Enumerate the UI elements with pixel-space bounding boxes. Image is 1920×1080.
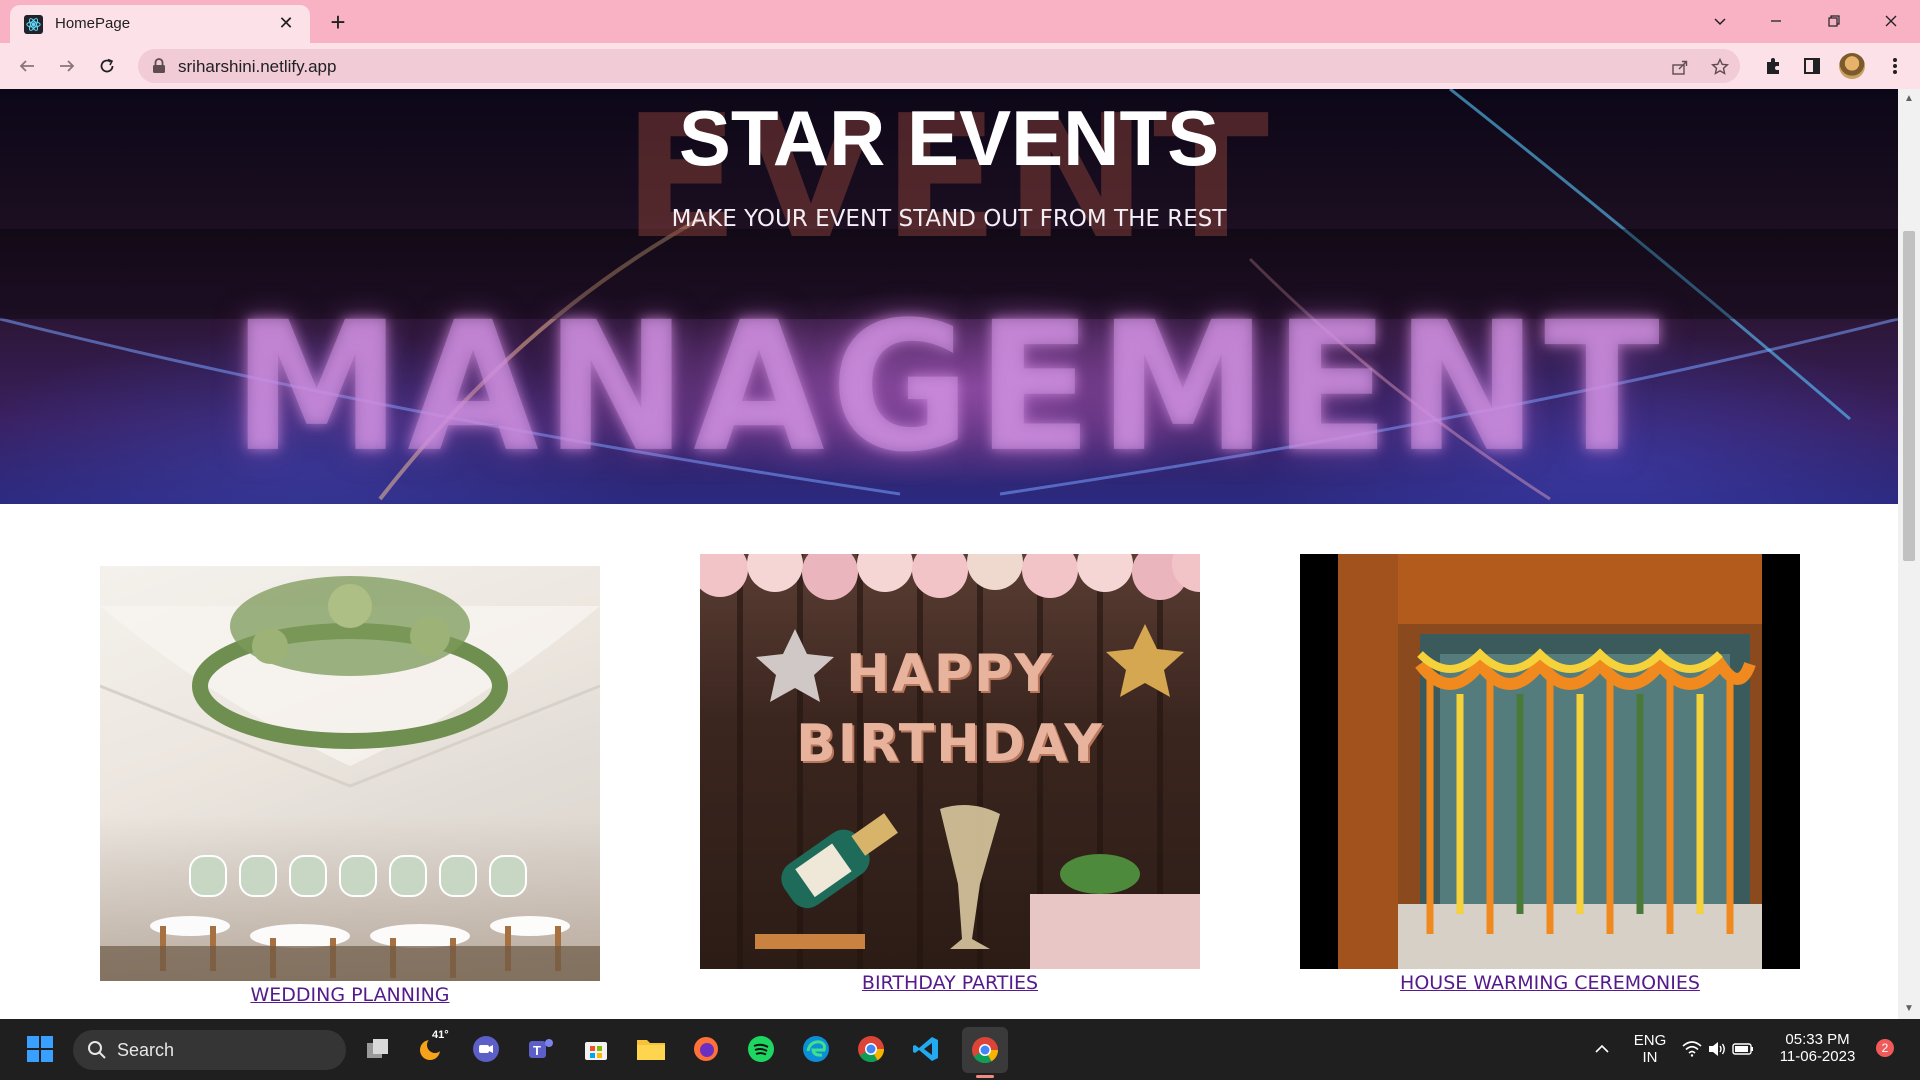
windows-taskbar: Search 41° T ENG IN 05:33 PM 11-06-2023 …: [0, 1019, 1920, 1080]
house-warming-image: [1300, 554, 1800, 969]
extensions-puzzle-icon[interactable]: [1758, 51, 1788, 81]
lock-icon[interactable]: [152, 58, 166, 74]
hero-banner: EVENT MANAGEMENT STAR EVENTS MAKE YOUR E…: [0, 89, 1898, 504]
firefox-icon[interactable]: [689, 1032, 723, 1066]
wedding-image: [100, 566, 600, 981]
restore-button[interactable]: [1814, 6, 1854, 36]
language-indicator[interactable]: ENG IN: [1630, 1032, 1670, 1066]
teams-icon[interactable]: T: [524, 1032, 558, 1066]
back-arrow-icon[interactable]: [12, 51, 42, 81]
taskbar-search-box[interactable]: Search: [73, 1030, 346, 1070]
balloon-text-birthday: BIRTHDAY: [796, 714, 1104, 774]
url-text[interactable]: sriharshini.netlify.app: [178, 57, 336, 77]
weather-temperature: 41°: [432, 1029, 449, 1041]
search-placeholder: Search: [117, 1040, 175, 1060]
region-code: IN: [1642, 1049, 1658, 1066]
hero-background-word-management: MANAGEMENT: [232, 284, 1666, 492]
scroll-down-arrow-icon[interactable]: ▼: [1904, 1003, 1914, 1014]
spotify-icon[interactable]: [744, 1032, 778, 1066]
house-warming-ceremonies-link[interactable]: HOUSE WARMING CEREMONIES: [1300, 972, 1800, 994]
forward-arrow-icon[interactable]: [52, 51, 82, 81]
wifi-icon[interactable]: [1680, 1032, 1704, 1066]
chrome-active-icon[interactable]: [962, 1027, 1008, 1073]
search-icon: [88, 1041, 106, 1059]
clock-date: 11-06-2023: [1779, 1048, 1856, 1065]
tab-title: HomePage: [55, 15, 131, 32]
scrollbar-thumb[interactable]: [1903, 231, 1915, 561]
close-tab-icon[interactable]: ✕: [276, 13, 296, 33]
bookmark-star-icon[interactable]: [1708, 55, 1732, 79]
windows-start-icon[interactable]: [23, 1032, 57, 1066]
new-tab-button[interactable]: +: [324, 7, 352, 37]
reload-icon[interactable]: [92, 51, 122, 81]
language-code: ENG: [1633, 1032, 1667, 1049]
balloon-text-happy: HAPPY: [846, 644, 1054, 704]
tab-search-chevron-icon[interactable]: [1700, 6, 1740, 36]
wedding-planning-link[interactable]: WEDDING PLANNING: [100, 984, 600, 1006]
birthday-image: HAPPY BIRTHDAY: [700, 554, 1200, 969]
browser-tab-strip: HomePage ✕ +: [0, 0, 1920, 43]
scroll-up-arrow-icon[interactable]: ▲: [1904, 93, 1914, 104]
task-view-icon[interactable]: [361, 1032, 395, 1066]
close-window-button[interactable]: [1871, 6, 1911, 36]
minimize-button[interactable]: [1756, 6, 1796, 36]
active-app-indicator: [976, 1075, 994, 1078]
microsoft-store-icon[interactable]: [579, 1032, 613, 1066]
vscode-icon[interactable]: [909, 1032, 943, 1066]
show-hidden-icons-chevron-icon[interactable]: [1585, 1032, 1619, 1066]
react-icon: [24, 15, 43, 34]
more-menu-icon[interactable]: [1880, 51, 1910, 81]
chrome-icon[interactable]: [854, 1032, 888, 1066]
address-bar[interactable]: sriharshini.netlify.app: [138, 49, 1740, 83]
file-explorer-icon[interactable]: [634, 1032, 668, 1066]
profile-avatar[interactable]: [1839, 53, 1865, 79]
birthday-parties-link[interactable]: BIRTHDAY PARTIES: [700, 972, 1200, 994]
page-title: STAR EVENTS: [678, 94, 1220, 182]
side-panel-icon[interactable]: [1797, 51, 1827, 81]
browser-toolbar: sriharshini.netlify.app: [0, 43, 1920, 90]
share-icon[interactable]: [1668, 55, 1692, 79]
svg-text:T: T: [533, 1043, 541, 1058]
battery-icon[interactable]: [1730, 1032, 1756, 1066]
page-scrollbar[interactable]: ▲ ▼: [1898, 89, 1920, 1019]
page-subtitle: MAKE YOUR EVENT STAND OUT FROM THE REST: [671, 206, 1227, 232]
clock[interactable]: 05:33 PM 11-06-2023: [1770, 1031, 1865, 1065]
tab-homepage[interactable]: HomePage ✕: [10, 5, 310, 43]
volume-icon[interactable]: [1705, 1032, 1729, 1066]
notification-count-badge[interactable]: 2: [1876, 1039, 1894, 1057]
meet-camera-icon[interactable]: [469, 1032, 503, 1066]
edge-icon[interactable]: [799, 1032, 833, 1066]
clock-time: 05:33 PM: [1785, 1031, 1850, 1048]
page-viewport: EVENT MANAGEMENT STAR EVENTS MAKE YOUR E…: [0, 89, 1898, 1019]
